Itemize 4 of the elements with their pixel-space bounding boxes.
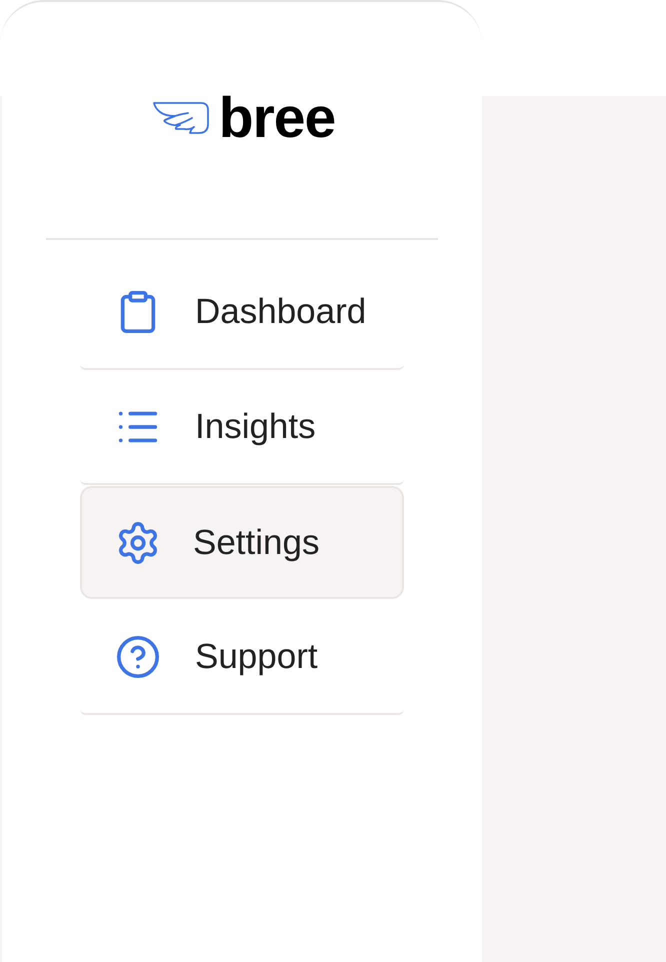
logo-wordmark: bree bbox=[218, 96, 336, 140]
wing-logo-icon bbox=[152, 101, 209, 135]
nav-item[interactable]: Settings bbox=[80, 486, 404, 599]
help-icon bbox=[115, 634, 161, 680]
